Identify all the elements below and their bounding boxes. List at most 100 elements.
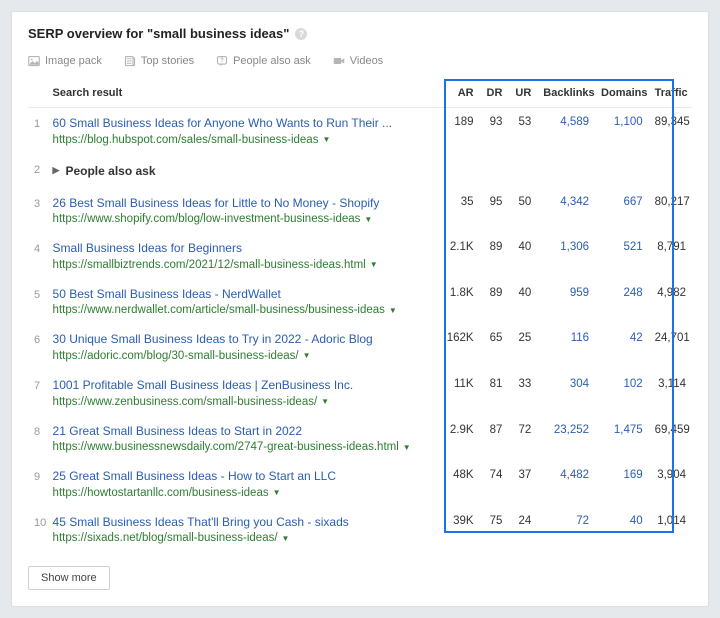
- result-title[interactable]: 26 Best Small Business Ideas for Little …: [53, 196, 433, 212]
- cell-traffic: 80,217: [649, 188, 692, 234]
- row-index: 8: [28, 416, 47, 462]
- result-title[interactable]: Small Business Ideas for Beginners: [53, 241, 433, 257]
- row-index: 1: [28, 108, 47, 154]
- cell-traffic: 69,459: [649, 416, 692, 462]
- cell-ur: 33: [508, 370, 537, 416]
- cell-backlinks[interactable]: 4,482: [537, 461, 595, 507]
- cell-ur: 25: [508, 324, 537, 370]
- row-index: 9: [28, 461, 47, 507]
- row-index: 2: [28, 154, 47, 188]
- cell-domains[interactable]: 102: [595, 370, 649, 416]
- result-title[interactable]: 1001 Profitable Small Business Ideas | Z…: [53, 378, 433, 394]
- feature-top-stories[interactable]: Top stories: [124, 55, 194, 67]
- cell-backlinks[interactable]: 23,252: [537, 416, 595, 462]
- cell-domains[interactable]: 1,475: [595, 416, 649, 462]
- result-url[interactable]: https://adoric.com/blog/30-small-busines…: [53, 350, 433, 362]
- table-row: 4 Small Business Ideas for Beginners https…: [28, 233, 692, 279]
- result-url[interactable]: https://www.shopify.com/blog/low-investm…: [53, 213, 433, 225]
- cell-dr: 81: [480, 370, 509, 416]
- cell-ur: 24: [508, 507, 537, 553]
- chevron-down-icon: ▼: [403, 443, 411, 452]
- cell-domains[interactable]: 667: [595, 188, 649, 234]
- people-also-ask-row[interactable]: ▶People also ask: [53, 164, 686, 178]
- result-url[interactable]: https://howtostartanllc.com/business-ide…: [53, 487, 433, 499]
- cell-backlinks[interactable]: 304: [537, 370, 595, 416]
- result-url[interactable]: https://sixads.net/blog/small-business-i…: [53, 532, 433, 544]
- row-index: 5: [28, 279, 47, 325]
- cell-ar: 1.8K: [438, 279, 479, 325]
- col-ar[interactable]: AR: [438, 79, 479, 108]
- result-url[interactable]: https://blog.hubspot.com/sales/small-bus…: [53, 134, 433, 146]
- feature-videos[interactable]: Videos: [333, 55, 383, 67]
- feature-label: Top stories: [141, 55, 194, 67]
- show-more-button[interactable]: Show more: [28, 566, 110, 590]
- result-title[interactable]: 50 Best Small Business Ideas - NerdWalle…: [53, 287, 433, 303]
- header-row: Search result AR DR UR Backlinks Domains…: [28, 79, 692, 108]
- cell-ar: 35: [438, 188, 479, 234]
- cell-domains[interactable]: 1,100: [595, 108, 649, 154]
- result-url[interactable]: https://www.zenbusiness.com/small-busine…: [53, 396, 433, 408]
- cell-ur: 37: [508, 461, 537, 507]
- chevron-down-icon: ▼: [273, 488, 281, 497]
- cell-backlinks[interactable]: 4,342: [537, 188, 595, 234]
- cell-ur: 50: [508, 188, 537, 234]
- row-index: 4: [28, 233, 47, 279]
- table-row: 71001 Profitable Small Business Ideas | …: [28, 370, 692, 416]
- cell-ur: 40: [508, 233, 537, 279]
- feature-people-also-ask[interactable]: ? People also ask: [216, 55, 311, 67]
- cell-backlinks[interactable]: 72: [537, 507, 595, 553]
- cell-traffic: 3,904: [649, 461, 692, 507]
- result-title[interactable]: 25 Great Small Business Ideas - How to S…: [53, 469, 433, 485]
- col-dr[interactable]: DR: [480, 79, 509, 108]
- help-icon[interactable]: ?: [295, 28, 307, 40]
- cell-dr: 75: [480, 507, 509, 553]
- cell-ur: 72: [508, 416, 537, 462]
- serp-table: Search result AR DR UR Backlinks Domains…: [28, 79, 692, 552]
- serp-features: Image pack Top stories ? People also ask…: [28, 55, 692, 67]
- cell-traffic: 89,345: [649, 108, 692, 154]
- cell-backlinks[interactable]: 4,589: [537, 108, 595, 154]
- chevron-down-icon: ▼: [370, 260, 378, 269]
- paa-label: People also ask: [65, 164, 155, 178]
- cell-domains[interactable]: 42: [595, 324, 649, 370]
- cell-domains[interactable]: 248: [595, 279, 649, 325]
- cell-traffic: 24,701: [649, 324, 692, 370]
- cell-dr: 89: [480, 233, 509, 279]
- cell-dr: 95: [480, 188, 509, 234]
- chevron-down-icon: ▼: [282, 534, 290, 543]
- col-search-result[interactable]: Search result: [47, 79, 439, 108]
- feature-image-pack[interactable]: Image pack: [28, 55, 102, 67]
- chevron-down-icon: ▼: [321, 397, 329, 406]
- feature-label: People also ask: [233, 55, 311, 67]
- cell-domains[interactable]: 40: [595, 507, 649, 553]
- cell-backlinks[interactable]: 116: [537, 324, 595, 370]
- cell-traffic: 4,982: [649, 279, 692, 325]
- cell-dr: 65: [480, 324, 509, 370]
- result-url[interactable]: https://www.businessnewsdaily.com/2747-g…: [53, 441, 433, 453]
- col-ur[interactable]: UR: [508, 79, 537, 108]
- cell-ur: 40: [508, 279, 537, 325]
- cell-backlinks[interactable]: 1,306: [537, 233, 595, 279]
- result-title[interactable]: 60 Small Business Ideas for Anyone Who W…: [53, 116, 433, 132]
- chevron-down-icon: ▼: [364, 215, 372, 224]
- col-backlinks[interactable]: Backlinks: [537, 79, 595, 108]
- cell-domains[interactable]: 169: [595, 461, 649, 507]
- result-title[interactable]: 21 Great Small Business Ideas to Start i…: [53, 424, 433, 440]
- col-traffic[interactable]: Traffic: [649, 79, 692, 108]
- chevron-down-icon: ▼: [389, 306, 397, 315]
- cell-ar: 39K: [438, 507, 479, 553]
- row-index: 3: [28, 188, 47, 234]
- cell-traffic: 1,014: [649, 507, 692, 553]
- row-index: 10: [28, 507, 47, 553]
- top-stories-icon: [124, 55, 136, 67]
- cell-backlinks[interactable]: 959: [537, 279, 595, 325]
- col-domains[interactable]: Domains: [595, 79, 649, 108]
- result-url[interactable]: https://smallbiztrends.com/2021/12/small…: [53, 259, 433, 271]
- result-title[interactable]: 30 Unique Small Business Ideas to Try in…: [53, 332, 433, 348]
- cell-domains[interactable]: 521: [595, 233, 649, 279]
- row-index: 6: [28, 324, 47, 370]
- result-url[interactable]: https://www.nerdwallet.com/article/small…: [53, 304, 433, 316]
- table-row: 3 26 Best Small Business Ideas for Little…: [28, 188, 692, 234]
- cell-ar: 48K: [438, 461, 479, 507]
- result-title[interactable]: 45 Small Business Ideas That'll Bring yo…: [53, 515, 433, 531]
